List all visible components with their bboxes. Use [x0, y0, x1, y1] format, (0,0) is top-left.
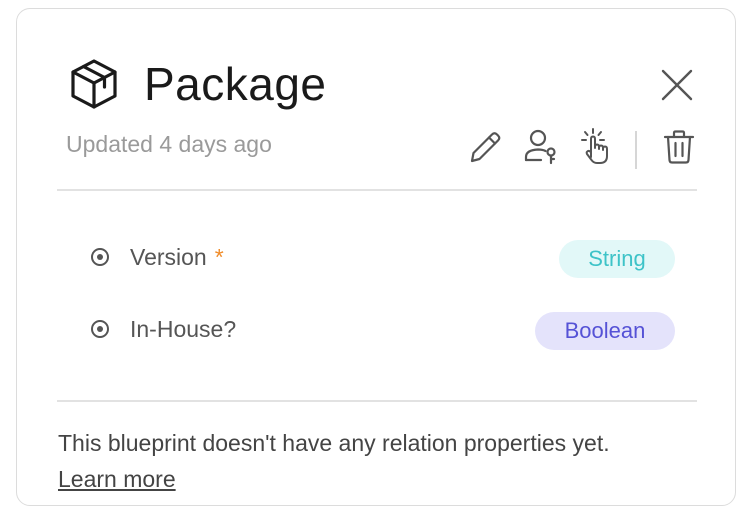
type-badge: Boolean [535, 312, 675, 350]
pointer-click-icon[interactable] [578, 127, 618, 167]
section-divider [57, 400, 697, 402]
toolbar-divider [635, 131, 637, 169]
updated-timestamp: Updated 4 days ago [66, 131, 272, 157]
property-name: In-House? [130, 316, 237, 342]
radio-dot-icon [91, 248, 109, 266]
property-label: Version * [130, 243, 224, 271]
property-label: In-House? [130, 315, 236, 343]
radio-dot-icon [91, 320, 109, 338]
learn-more-link[interactable]: Learn more [58, 465, 176, 493]
blueprint-card: Package Updated 4 days ago Version * Str… [16, 8, 736, 506]
header-divider [57, 189, 697, 191]
package-box-icon [71, 59, 117, 109]
trash-icon[interactable] [659, 127, 699, 167]
property-row[interactable]: Version * String [89, 239, 675, 279]
property-name: Version [130, 244, 207, 270]
page-title: Package [144, 58, 327, 110]
user-key-icon[interactable] [521, 127, 561, 167]
empty-relations-text: This blueprint doesn't have any relation… [58, 430, 610, 456]
required-mark: * [214, 244, 224, 270]
pencil-icon[interactable] [464, 127, 504, 167]
property-row[interactable]: In-House? Boolean [89, 311, 675, 351]
close-icon[interactable] [657, 65, 697, 105]
type-badge: String [559, 240, 675, 278]
